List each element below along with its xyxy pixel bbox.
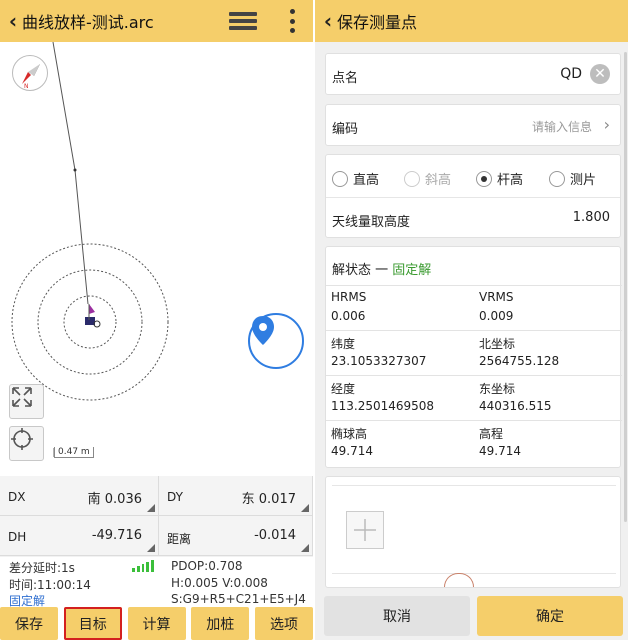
corner-indicator-icon: [147, 544, 155, 552]
elevation-cell: 高程 49.714: [474, 420, 622, 465]
back-arrow-icon[interactable]: ‹: [315, 0, 337, 42]
radio-vertical-height[interactable]: 直高: [332, 169, 379, 188]
easting-cell: 东坐标 440316.515: [474, 375, 622, 420]
radio-circle-icon: [404, 170, 420, 187]
photo-card: [325, 476, 621, 588]
antenna-height-value[interactable]: 1.800: [573, 210, 610, 225]
rover-marker: [85, 317, 95, 325]
loading-spinner-icon: [444, 573, 474, 587]
clear-icon[interactable]: ✕: [590, 64, 610, 84]
corner-indicator-icon: [301, 544, 309, 552]
corner-indicator-icon: [301, 504, 309, 512]
add-stake-button[interactable]: 加桩: [191, 607, 250, 640]
more-options-icon[interactable]: [281, 6, 303, 36]
northing-cell: 北坐标 2564755.128: [474, 330, 622, 375]
longitude-cell: 经度 113.2501469508: [326, 375, 474, 420]
compass-icon[interactable]: N: [12, 55, 48, 91]
satellites-text: S:G9+R5+C21+E5+J4: [171, 592, 306, 606]
chevron-right-icon: ›: [603, 115, 610, 134]
point-name-field[interactable]: 点名 QD ✕: [325, 53, 621, 95]
confirm-button[interactable]: 确定: [477, 596, 623, 636]
target-flag: [89, 304, 95, 314]
stat-dx: DX 南 0.036: [0, 476, 159, 516]
map-drawing: [11, 42, 169, 457]
svg-text:N: N: [24, 83, 29, 90]
map-canvas[interactable]: N 0.47 m: [0, 42, 313, 476]
options-button[interactable]: 选项: [255, 607, 313, 640]
diff-delay-text: 差分延时:1s: [9, 561, 75, 575]
dialog-actions: 取消 确定: [315, 588, 628, 640]
stakeout-top-bar: ‹ 曲线放样-测试.arc: [0, 0, 313, 42]
save-point-top-bar: ‹ 保存测量点: [315, 0, 628, 42]
track-point: [73, 168, 77, 172]
expand-icon: [12, 387, 32, 407]
solution-card: 解状态 一 固定解 HRMS 0.006 VRMS 0.009 纬度 23.10533…: [325, 246, 622, 468]
radio-measure-plate[interactable]: 测片: [549, 169, 596, 188]
code-field[interactable]: 编码 请输入信息 ›: [325, 104, 621, 146]
back-arrow-icon[interactable]: ‹: [0, 0, 22, 42]
radio-circle-icon: [476, 170, 492, 187]
radio-circle-icon: [332, 170, 348, 187]
solution-status-row: 解状态 一 固定解: [332, 263, 432, 278]
scrollbar[interactable]: [624, 52, 627, 522]
pdop-text: PDOP:0.708: [171, 559, 243, 573]
stakeout-stats-panel: DX 南 0.036 DY 东 0.017 DH -49.716 距离 -0.0…: [0, 476, 313, 557]
antenna-height-label: 天线量取高度: [332, 215, 411, 230]
map-scale-label: 0.47 m: [54, 447, 94, 458]
save-point-screen: ‹ 保存测量点 点名 QD ✕ 编码 请输入信息 › 直高 斜高 杆高 测片 天…: [315, 0, 628, 640]
radio-slant-height[interactable]: 斜高: [404, 169, 451, 188]
signal-strength-icon: [132, 560, 154, 572]
vrms-cell: VRMS 0.009: [474, 285, 622, 330]
location-pin-button[interactable]: [248, 313, 304, 369]
calculate-button[interactable]: 计算: [127, 607, 186, 640]
ellipsoid-height-cell: 椭球高 49.714: [326, 420, 474, 465]
latitude-cell: 纬度 23.1053327307: [326, 330, 474, 375]
plus-icon: [354, 519, 376, 541]
cancel-button[interactable]: 取消: [324, 596, 470, 636]
target-button[interactable]: 目标: [63, 607, 122, 640]
radio-circle-icon: [549, 170, 565, 187]
page-title: 曲线放样-测试.arc: [22, 13, 154, 32]
time-text: 时间:11:00:14: [9, 578, 91, 592]
radio-pole-height[interactable]: 杆高: [476, 169, 523, 188]
point-name-value[interactable]: QD: [560, 66, 582, 82]
stat-dy: DY 东 0.017: [159, 476, 313, 516]
stat-dh: DH -49.716: [0, 516, 159, 556]
stakeout-bottom-bar: 保存 目标 计算 加桩 选项: [0, 607, 313, 640]
precision-text: H:0.005 V:0.008: [171, 576, 268, 590]
fullscreen-button[interactable]: [9, 384, 44, 419]
hrms-cell: HRMS 0.006: [326, 285, 474, 330]
add-photo-button[interactable]: [346, 511, 384, 549]
height-type-card: 直高 斜高 杆高 测片 天线量取高度 1.800: [325, 154, 621, 238]
save-button[interactable]: 保存: [0, 607, 58, 640]
center-view-button[interactable]: [9, 426, 44, 461]
code-placeholder[interactable]: 请输入信息: [532, 118, 592, 135]
crosshair-icon: [11, 428, 33, 450]
gnss-info-panel: 差分延时:1s 时间:11:00:14 固定解 PDOP:0.708 H:0.0…: [0, 557, 313, 608]
corner-indicator-icon: [147, 504, 155, 512]
survey-track-line: [52, 42, 89, 305]
stat-distance: 距离 -0.014: [159, 516, 313, 556]
stakeout-screen: ‹ 曲线放样-测试.arc N 0.47 m DX 南 0.036 DY 东 0…: [0, 0, 313, 640]
location-pin-icon: [252, 316, 274, 345]
layers-menu-icon[interactable]: [229, 7, 257, 35]
page-title: 保存测量点: [337, 13, 418, 32]
